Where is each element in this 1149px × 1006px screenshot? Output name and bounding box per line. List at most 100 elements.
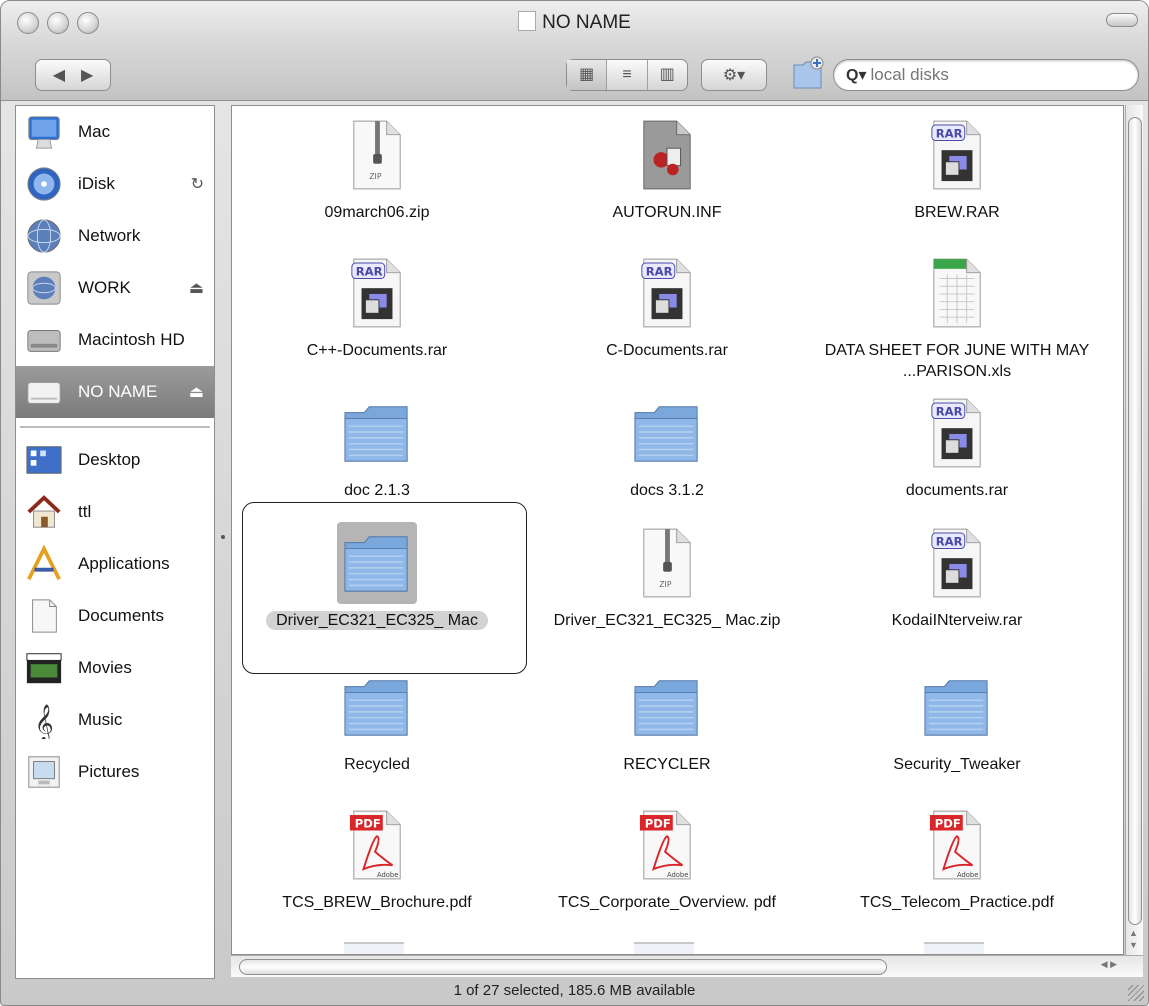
file-name[interactable]: Recycled [232, 754, 522, 775]
search-input[interactable] [870, 65, 1111, 85]
column-view-button[interactable]: ▥ [648, 60, 687, 90]
horizontal-scrollbar[interactable]: ◀ ▶ [231, 955, 1143, 977]
sidebar-item-ttl[interactable]: ttl [16, 486, 214, 538]
file-item[interactable]: PDF Adobe TCS_Telecom_Practice.pdf [812, 804, 1102, 913]
file-name[interactable]: TCS_BREW_Brochure.pdf [232, 892, 522, 913]
back-button[interactable]: ◀ [45, 65, 73, 85]
file-item[interactable]: RAR C++-Documents.rar [232, 252, 522, 361]
inf-file-icon[interactable] [627, 114, 707, 196]
partially-visible-file-icon[interactable] [344, 942, 404, 954]
icon-view-button[interactable]: ▦ [567, 60, 608, 90]
file-name[interactable]: documents.rar [812, 480, 1102, 501]
file-name[interactable]: Driver_EC321_EC325_ Mac.zip [522, 610, 812, 631]
file-name[interactable]: Driver_EC321_EC325_ Mac [232, 610, 522, 631]
sidebar-item-pictures[interactable]: Pictures [16, 746, 214, 798]
file-name[interactable]: 09march06.zip [232, 202, 522, 223]
file-item[interactable]: ZIP 09march06.zip [232, 114, 522, 223]
vertical-scroll-thumb[interactable] [1128, 117, 1142, 925]
file-name[interactable]: KodaiINterveiw.rar [812, 610, 1102, 631]
rar-file-icon[interactable]: RAR [627, 252, 707, 334]
sidebar-splitter[interactable] [217, 105, 229, 979]
pdf-file-icon[interactable]: PDF Adobe [337, 804, 417, 886]
file-item[interactable]: ZIP Driver_EC321_EC325_ Mac.zip [522, 522, 812, 631]
file-name[interactable]: C++-Documents.rar [232, 340, 522, 361]
folder-file-icon[interactable] [337, 666, 417, 748]
splitter-handle[interactable] [221, 535, 225, 539]
new-folder-icon[interactable] [791, 55, 825, 91]
file-item[interactable]: doc 2.1.3 [232, 392, 522, 501]
pdf-file-icon[interactable]: PDF Adobe [627, 804, 707, 886]
file-name-text: TCS_Corporate_Overview. pdf [558, 894, 776, 911]
file-item[interactable]: RAR documents.rar [812, 392, 1102, 501]
idisk-icon [24, 164, 64, 204]
horizontal-scroll-arrows[interactable]: ◀ ▶ [1101, 959, 1117, 970]
sidebar-item-idisk[interactable]: iDisk ↻ [16, 158, 214, 210]
rar-file-icon[interactable]: RAR [917, 392, 997, 474]
sidebar-item-documents[interactable]: Documents [16, 590, 214, 642]
file-name[interactable]: Security_Tweaker [812, 754, 1102, 775]
rar-file-icon[interactable]: RAR [917, 114, 997, 196]
eject-icon[interactable]: ⏏ [189, 278, 204, 298]
pdf-file-icon[interactable]: PDF Adobe [917, 804, 997, 886]
file-name[interactable]: AUTORUN.INF [522, 202, 812, 223]
file-item[interactable]: RECYCLER [522, 666, 812, 775]
file-item[interactable]: PDF Adobe TCS_Corporate_Overview. pdf [522, 804, 812, 913]
vertical-scroll-arrows[interactable]: ▲ ▼ [1129, 927, 1138, 951]
file-item[interactable]: AUTORUN.INF [522, 114, 812, 223]
file-name[interactable]: TCS_Corporate_Overview. pdf [522, 892, 812, 913]
folder-file-icon[interactable] [337, 522, 417, 604]
folder-file-icon[interactable] [627, 666, 707, 748]
sidebar-item-music[interactable]: 𝄞 Music [16, 694, 214, 746]
horizontal-scroll-thumb[interactable] [239, 959, 887, 975]
sidebar-item-network[interactable]: Network [16, 210, 214, 262]
zip-file-icon[interactable]: ZIP [627, 522, 707, 604]
sidebar-item-applications[interactable]: Applications [16, 538, 214, 590]
file-name[interactable]: doc 2.1.3 [232, 480, 522, 501]
folder-file-icon[interactable] [627, 392, 707, 474]
file-item[interactable]: DATA SHEET FOR JUNE WITH MAY ...PARISON.… [812, 252, 1102, 382]
file-name[interactable]: docs 3.1.2 [522, 480, 812, 501]
partially-visible-file-icon[interactable] [634, 942, 694, 954]
file-name[interactable]: BREW.RAR [812, 202, 1102, 223]
sidebar-item-no-name[interactable]: NO NAME ⏏ [16, 366, 214, 418]
sidebar-item-desktop[interactable]: Desktop [16, 434, 214, 486]
search-field[interactable]: Q▾ [833, 59, 1139, 91]
sidebar-item-mac[interactable]: Mac [16, 106, 214, 158]
file-item[interactable]: docs 3.1.2 [522, 392, 812, 501]
sidebar-item-label: Applications [78, 554, 170, 573]
folder-file-icon[interactable] [917, 666, 997, 748]
file-name[interactable]: TCS_Telecom_Practice.pdf [812, 892, 1102, 913]
file-item[interactable]: PDF Adobe TCS_BREW_Brochure.pdf [232, 804, 522, 913]
eject-icon[interactable]: ⏏ [189, 382, 204, 402]
file-name[interactable]: RECYCLER [522, 754, 812, 775]
rar-file-icon[interactable]: RAR [917, 522, 997, 604]
xls-file-icon[interactable] [917, 252, 997, 334]
file-item[interactable]: Security_Tweaker [812, 666, 1102, 775]
folder-file-icon[interactable] [337, 392, 417, 474]
resize-grip[interactable] [1128, 985, 1144, 1001]
file-item[interactable]: Driver_EC321_EC325_ Mac [232, 522, 522, 631]
sidebar-item-work[interactable]: WORK ⏏ [16, 262, 214, 314]
file-item[interactable]: RAR C-Documents.rar [522, 252, 812, 361]
sync-icon[interactable]: ↻ [191, 174, 204, 194]
file-name-text: TCS_BREW_Brochure.pdf [282, 894, 472, 911]
toolbar-toggle-button[interactable] [1106, 13, 1138, 27]
sidebar-item-macintosh-hd[interactable]: Macintosh HD [16, 314, 214, 366]
vertical-scrollbar[interactable]: ▲ ▼ [1125, 105, 1143, 955]
partially-visible-file-icon[interactable] [924, 942, 984, 954]
forward-button[interactable]: ▶ [73, 65, 101, 85]
file-name[interactable]: C-Documents.rar [522, 340, 812, 361]
sidebar-item-label: Network [78, 226, 141, 245]
file-item[interactable]: RAR KodaiINterveiw.rar [812, 522, 1102, 631]
list-view-button[interactable]: ≡ [607, 60, 648, 90]
rar-file-icon[interactable]: RAR [337, 252, 417, 334]
svg-text:ZIP: ZIP [659, 580, 672, 589]
file-name[interactable]: DATA SHEET FOR JUNE WITH MAY ...PARISON.… [812, 340, 1102, 382]
search-icon[interactable]: Q▾ [846, 65, 866, 85]
file-item[interactable]: RAR BREW.RAR [812, 114, 1102, 223]
sidebar-item-movies[interactable]: Movies [16, 642, 214, 694]
file-item[interactable]: Recycled [232, 666, 522, 775]
svg-text:ZIP: ZIP [369, 172, 382, 181]
action-menu-button[interactable]: ⚙▾ [701, 59, 767, 91]
zip-file-icon[interactable]: ZIP [337, 114, 417, 196]
